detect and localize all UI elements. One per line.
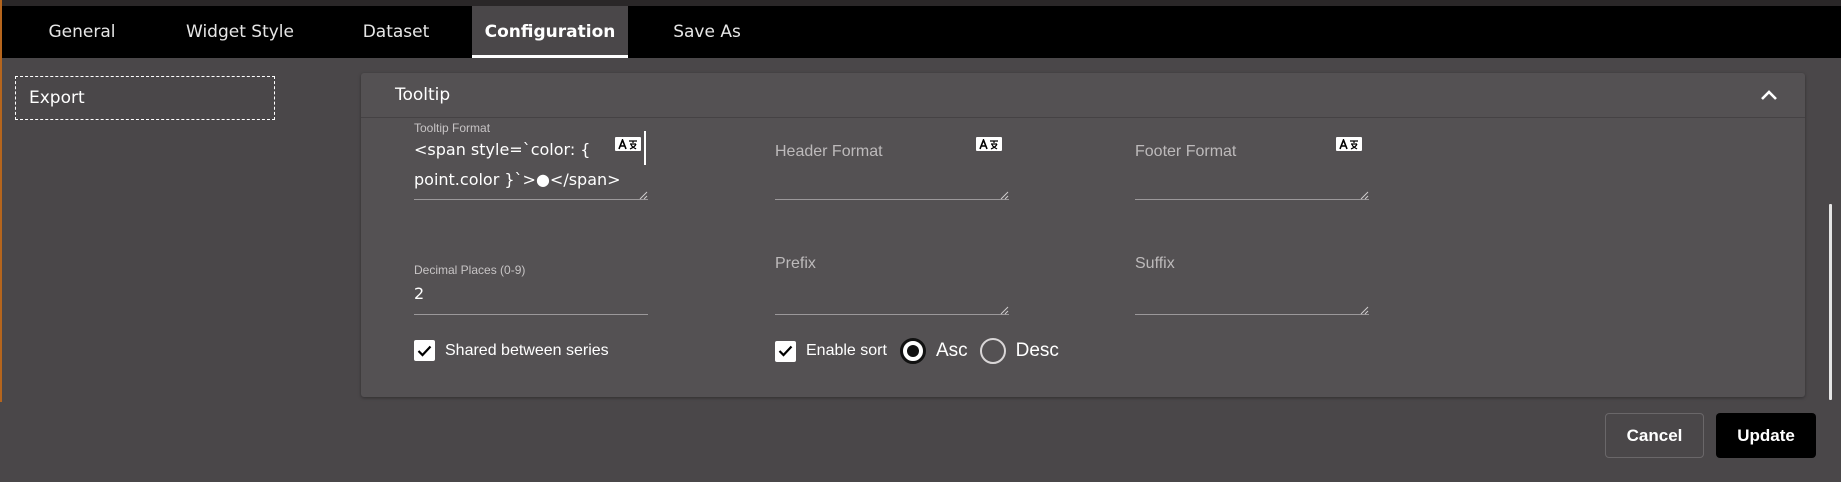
decimal-places-value[interactable]: 2 (414, 279, 424, 309)
tooltip-format-value-line2[interactable]: point.color }`>●</span> (414, 165, 621, 195)
tooltip-format-label: Tooltip Format (414, 121, 491, 135)
scrollbar[interactable] (1829, 204, 1832, 400)
left-accent-bar (0, 0, 2, 402)
tab-general[interactable]: General (37, 6, 127, 58)
suffix-underline (1135, 314, 1369, 315)
chevron-up-icon[interactable] (1757, 83, 1781, 107)
resize-grip-icon[interactable] (639, 191, 648, 200)
footer-format-underline (1135, 199, 1369, 200)
footer-format-field[interactable]: Footer Format (1135, 121, 1375, 211)
decimal-places-label: Decimal Places (0-9) (414, 263, 526, 277)
radio-dot (906, 345, 919, 357)
decimal-places-underline (414, 314, 648, 315)
tab-save-as[interactable]: Save As (662, 6, 752, 58)
resize-grip-icon[interactable] (1000, 306, 1009, 315)
translate-icon[interactable] (615, 137, 641, 151)
prefix-label: Prefix (775, 255, 816, 272)
cancel-button[interactable]: Cancel (1605, 413, 1704, 458)
enable-sort-label: Enable sort (806, 342, 887, 359)
header-format-label: Header Format (775, 143, 883, 160)
tab-bar: General Widget Style Dataset Configurati… (2, 6, 1841, 58)
sort-asc-label: Asc (935, 340, 968, 361)
sort-desc-label: Desc (1015, 340, 1059, 361)
footer-format-label: Footer Format (1135, 143, 1237, 160)
header-format-field[interactable]: Header Format (775, 121, 1015, 211)
shared-between-series-checkbox[interactable] (414, 340, 435, 361)
translate-icon[interactable] (976, 137, 1002, 151)
shared-between-series-label: Shared between series (445, 341, 609, 359)
suffix-label: Suffix (1135, 255, 1175, 272)
header-format-underline (775, 199, 1009, 200)
check-icon (778, 345, 793, 357)
tab-widget-style[interactable]: Widget Style (175, 6, 305, 58)
resize-grip-icon[interactable] (1360, 191, 1369, 200)
shared-between-series-row[interactable]: Shared between series (414, 340, 609, 361)
update-button[interactable]: Update (1716, 413, 1816, 458)
sidebar-item-label: Export (29, 88, 85, 108)
sort-desc-radio[interactable] (979, 338, 1006, 364)
text-caret (644, 131, 646, 165)
resize-grip-icon[interactable] (1360, 306, 1369, 315)
prefix-underline (775, 314, 1009, 315)
tab-dataset[interactable]: Dataset (347, 6, 445, 58)
translate-icon[interactable] (1336, 137, 1362, 151)
tab-configuration[interactable]: Configuration (472, 6, 628, 58)
tooltip-format-field[interactable]: Tooltip Format <span style=`color: { poi… (414, 121, 654, 211)
sort-asc-radio[interactable] (899, 338, 926, 364)
decimal-places-field[interactable]: Decimal Places (0-9) 2 (414, 261, 654, 321)
enable-sort-checkbox[interactable] (775, 340, 796, 362)
resize-grip-icon[interactable] (1000, 191, 1009, 200)
tooltip-format-underline (414, 199, 648, 200)
prefix-field[interactable]: Prefix (775, 253, 1015, 323)
sidebar-item-export[interactable]: Export (15, 76, 275, 120)
tooltip-format-value-line1[interactable]: <span style=`color: { (414, 135, 590, 165)
tooltip-panel-header[interactable]: Tooltip (361, 73, 1805, 118)
panel-title: Tooltip (395, 85, 451, 105)
check-icon (417, 345, 432, 357)
enable-sort-row[interactable]: Enable sort Asc Desc (775, 338, 1059, 364)
suffix-field[interactable]: Suffix (1135, 253, 1375, 323)
tooltip-panel: Tooltip Tooltip Format <span style=`colo… (361, 73, 1805, 397)
